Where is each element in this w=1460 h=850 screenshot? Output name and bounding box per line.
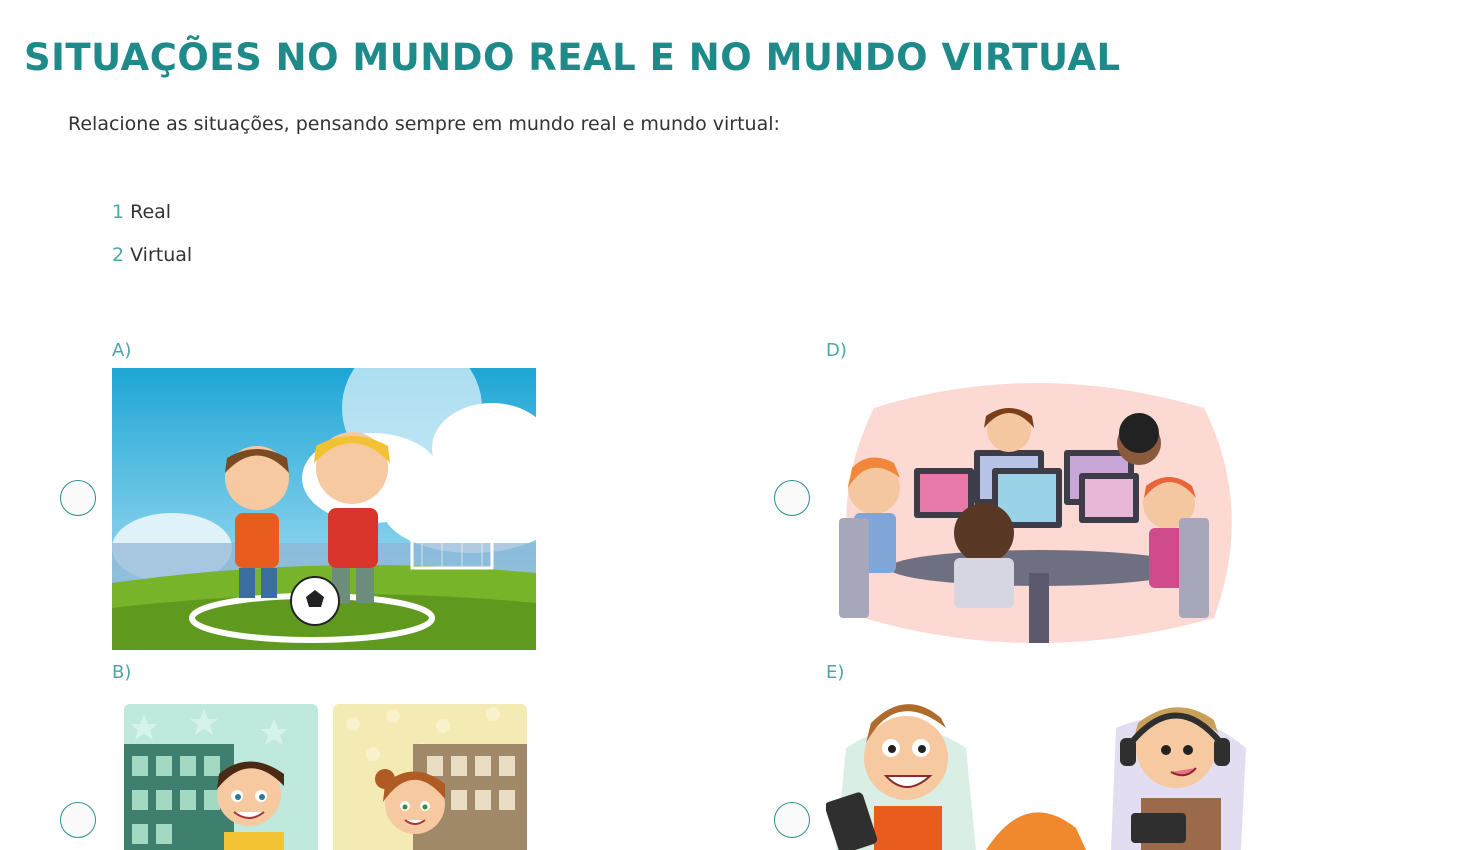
- item-b-radio[interactable]: [60, 802, 96, 838]
- legend-item-real: 1 Real: [112, 201, 171, 223]
- instruction-text: Relacione as situações, pensando sempre …: [68, 113, 780, 135]
- item-a-label: A): [112, 340, 132, 361]
- item-a-radio[interactable]: [60, 480, 96, 516]
- item-e-radio[interactable]: [774, 802, 810, 838]
- item-b-label: B): [112, 662, 132, 683]
- item-d-radio[interactable]: [774, 480, 810, 516]
- soccer-illustration: [112, 368, 536, 650]
- tablets-illustration: [826, 688, 1250, 850]
- legend-number: 1: [112, 201, 125, 223]
- item-d-label: D): [826, 340, 847, 361]
- legend-text: Virtual: [130, 244, 193, 266]
- legend-item-virtual: 2 Virtual: [112, 244, 192, 266]
- item-e-label: E): [826, 662, 845, 683]
- page-title: SITUAÇÕES NO MUNDO REAL E NO MUNDO VIRTU…: [24, 36, 1121, 79]
- legend-number: 2: [112, 244, 125, 266]
- girl-window-illustration: [333, 704, 527, 850]
- boy-window-illustration: [124, 704, 318, 850]
- legend-text: Real: [130, 201, 172, 223]
- computers-illustration: [834, 368, 1244, 650]
